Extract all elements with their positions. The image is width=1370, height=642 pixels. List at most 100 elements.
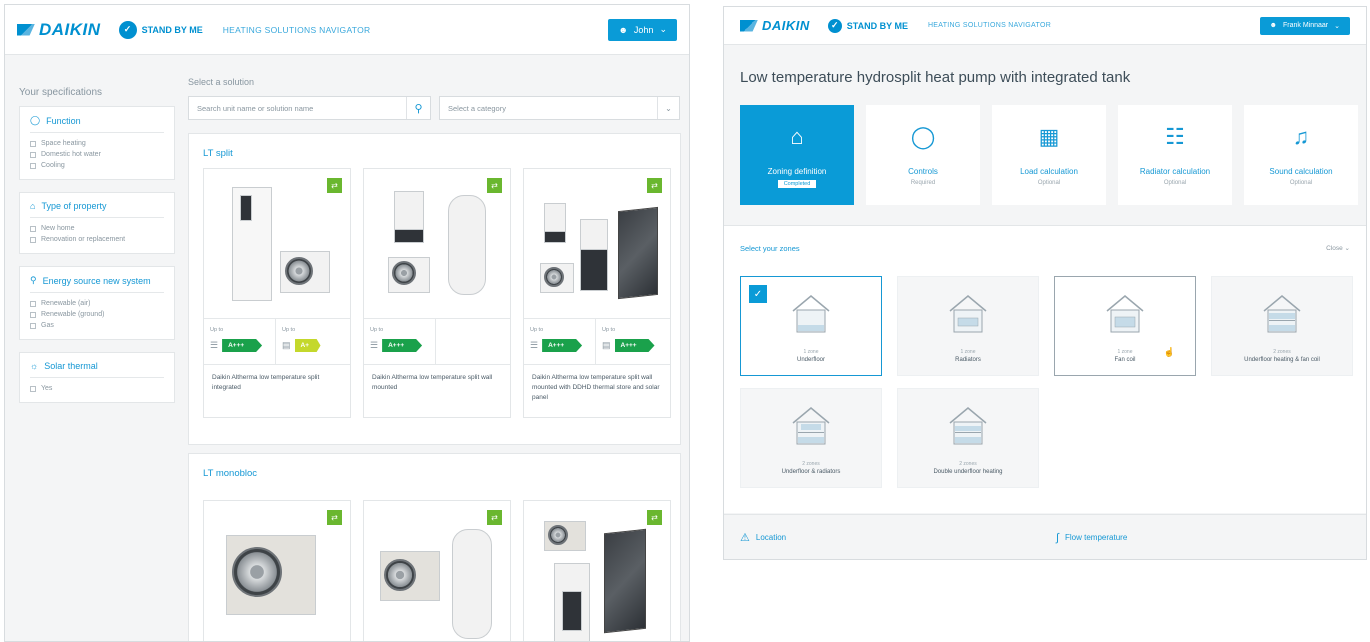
- option-label: Yes: [41, 385, 53, 392]
- checkbox[interactable]: [30, 151, 36, 158]
- app-name: HEATING SOLUTIONS NAVIGATOR: [222, 24, 371, 35]
- tile-controls[interactable]: ◯ Controls Required: [866, 105, 980, 205]
- warning-icon: ⚠: [740, 532, 750, 544]
- top-bar: DAIKIN ✓ STAND BY ME HEATING SOLUTIONS NA…: [5, 5, 689, 55]
- zone-option-underfloor-radiators[interactable]: 2 zones Underfloor & radiators: [740, 388, 882, 488]
- zone-option-double-underfloor[interactable]: 2 zones Double underfloor heating: [897, 388, 1039, 488]
- user-icon: ☻: [618, 24, 628, 35]
- zone-name: Radiators: [955, 357, 981, 363]
- solution-selector-screen: DAIKIN ✓ STAND BY ME HEATING SOLUTIONS NA…: [4, 4, 690, 642]
- filter-header[interactable]: ⌂ Type of property: [30, 201, 164, 218]
- control-panel-image: [240, 195, 252, 221]
- group-title: LT monobloc: [203, 468, 258, 479]
- daikin-logo[interactable]: DAIKIN: [740, 18, 810, 33]
- filter-option[interactable]: Renewable (air): [30, 298, 164, 309]
- product-card[interactable]: ⇄ Up to ☰ A+++ Up to ▤ A+ Daikin Altherma lo…: [203, 168, 351, 418]
- tile-load-calculation[interactable]: ▦ Load calculation Optional: [992, 105, 1106, 205]
- option-label: Renewable (air): [41, 300, 91, 307]
- compare-icon[interactable]: ⇄: [327, 510, 342, 525]
- stand-by-me-text: STAND BY ME: [141, 24, 203, 35]
- filter-function: ◯ Function Space heating Domestic hot wat…: [19, 106, 175, 180]
- user-name: John: [633, 24, 654, 35]
- control-panel-image: [394, 229, 424, 243]
- tank-image: [448, 195, 486, 295]
- category-select[interactable]: Select a category ⌄: [439, 96, 680, 120]
- daikin-logo[interactable]: DAIKIN: [17, 20, 101, 40]
- compare-icon[interactable]: ⇄: [327, 178, 342, 193]
- zone-option-underfloor-fan-coil[interactable]: 2 zones Underfloor heating & fan coil: [1211, 276, 1353, 376]
- product-card[interactable]: ⇄ Up to ☰ A+++ Daikin Altherma low tempera…: [363, 168, 511, 418]
- option-label: Domestic hot water: [41, 151, 101, 158]
- zones-close-button[interactable]: Close ⌄: [1326, 244, 1350, 252]
- chevron-down-icon: ⌄: [1334, 22, 1340, 30]
- fan-image: [548, 525, 568, 545]
- filter-option[interactable]: Gas: [30, 320, 164, 331]
- product-card[interactable]: ⇄: [203, 500, 351, 641]
- filter-header[interactable]: ◯ Function: [30, 115, 164, 133]
- location-button[interactable]: ⚠ Location: [740, 531, 786, 544]
- tile-zoning-definition[interactable]: ⌂ Zoning definition Completed: [740, 105, 854, 205]
- zone-count: 2 zones: [959, 461, 977, 467]
- product-card[interactable]: ⇄ Up to ☰ A+++ Up to ▤ A+++ Daikin Altherma …: [523, 168, 671, 418]
- checkbox[interactable]: [30, 311, 36, 318]
- category-placeholder: Select a category: [448, 103, 506, 113]
- search-input[interactable]: Search unit name or solution name ⚲: [188, 96, 431, 120]
- filter-option[interactable]: New home: [30, 223, 164, 234]
- stand-by-me-logo: ✓ STAND BY ME: [827, 18, 908, 33]
- filter-title: Type of property: [41, 201, 107, 211]
- up-to-label: Up to: [370, 327, 384, 333]
- search-icon[interactable]: ⚲: [406, 97, 430, 119]
- product-card[interactable]: ⇄: [523, 500, 671, 641]
- filter-option[interactable]: Domestic hot water: [30, 149, 164, 160]
- filter-header[interactable]: ⚲ Energy source new system: [30, 275, 164, 293]
- thermometer-icon: ∫: [1056, 531, 1060, 544]
- checkbox[interactable]: [30, 236, 36, 243]
- compare-icon[interactable]: ⇄: [487, 510, 502, 525]
- checkbox[interactable]: [30, 322, 36, 329]
- checkbox[interactable]: [30, 300, 36, 307]
- compare-icon[interactable]: ⇄: [487, 178, 502, 193]
- house-zones-icon: ⌂: [790, 124, 804, 149]
- filter-title: Function: [46, 115, 81, 126]
- filter-solar-thermal: ☼ Solar thermal Yes: [19, 352, 175, 403]
- product-image: ⇄: [524, 169, 670, 319]
- filter-option[interactable]: Renewable (ground): [30, 309, 164, 320]
- checkbox[interactable]: [30, 385, 36, 392]
- zone-option-radiators[interactable]: 1 zone Radiators: [897, 276, 1039, 376]
- flow-temperature-button[interactable]: ∫ Flow temperature: [1056, 532, 1127, 544]
- energy-rating-badge: A+++: [222, 339, 263, 352]
- tile-sound-calculation[interactable]: ♫ Sound calculation Optional: [1244, 105, 1358, 205]
- checkbox[interactable]: [30, 162, 36, 169]
- compare-icon[interactable]: ⇄: [647, 510, 662, 525]
- user-menu-button[interactable]: ☻ John ⌄: [608, 18, 677, 41]
- zone-option-underfloor[interactable]: ✓ 1 zone Underfloor: [740, 276, 882, 376]
- zone-option-fan-coil[interactable]: 1 zone Fan coil ☝: [1054, 276, 1196, 376]
- house-icon: [792, 407, 830, 445]
- filter-option[interactable]: Cooling: [30, 160, 164, 171]
- stand-by-me-logo: ✓ STAND BY ME: [118, 20, 203, 39]
- zoning-definition-screen: DAIKIN ✓ STAND BY ME HEATING SOLUTIONS NA…: [723, 6, 1367, 560]
- option-label: Gas: [41, 322, 54, 329]
- checkbox[interactable]: [30, 225, 36, 232]
- filter-option[interactable]: Renovation or replacement: [30, 234, 164, 245]
- chevron-down-icon: ⌄: [1344, 245, 1350, 252]
- filter-header[interactable]: ☼ Solar thermal: [30, 361, 164, 378]
- zone-name: Underfloor & radiators: [781, 469, 841, 475]
- option-label: Space heating: [41, 140, 86, 147]
- calculator-icon: ▦: [1038, 124, 1060, 149]
- tile-radiator-calculation[interactable]: ☷ Radiator calculation Optional: [1118, 105, 1232, 205]
- checkbox[interactable]: [30, 140, 36, 147]
- radiator-icon: ☰: [370, 340, 379, 350]
- compare-icon[interactable]: ⇄: [647, 178, 662, 193]
- user-menu-button[interactable]: ☻ Frank Minnaar ⌄: [1259, 16, 1350, 35]
- energy-labels: Up to ☰ A+++: [364, 319, 510, 365]
- product-card[interactable]: ⇄: [363, 500, 511, 641]
- search-placeholder: Search unit name or solution name: [197, 103, 314, 113]
- filter-option[interactable]: Space heating: [30, 138, 164, 149]
- tile-label: Zoning definition: [767, 167, 827, 176]
- product-description: Daikin Altherma low temperature split in…: [212, 374, 320, 391]
- filter-option[interactable]: Yes: [30, 383, 164, 394]
- location-label: Location: [755, 533, 787, 542]
- product-description: Daikin Altherma low temperature split wa…: [372, 374, 493, 391]
- close-label: Close: [1326, 245, 1343, 252]
